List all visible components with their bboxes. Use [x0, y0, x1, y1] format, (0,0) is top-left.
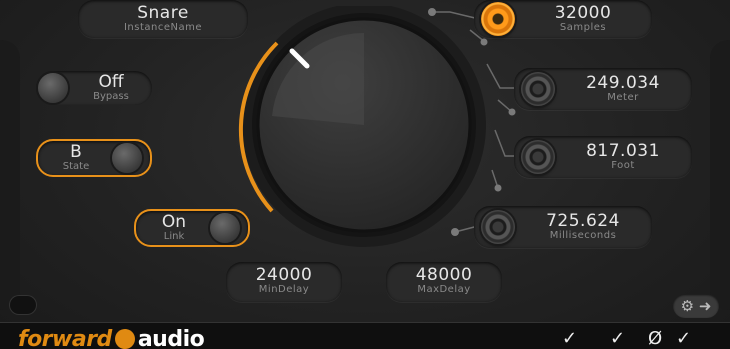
- foot-label: Foot: [611, 160, 635, 171]
- instance-name-value: Snare: [137, 3, 189, 23]
- bypass-toggle[interactable]: Off Bypass: [36, 71, 152, 105]
- milliseconds-label: Milliseconds: [549, 230, 617, 241]
- milliseconds-select-button[interactable]: [481, 210, 515, 244]
- state-toggle[interactable]: B State: [36, 139, 152, 177]
- min-delay-label: MinDelay: [258, 284, 310, 295]
- link-label: Link: [163, 231, 185, 242]
- settings-button[interactable]: ⚙ ➜: [673, 294, 719, 318]
- foot-value: 817.031: [586, 141, 660, 161]
- milliseconds-value: 725.624: [546, 211, 620, 231]
- bypass-label: Bypass: [93, 91, 129, 102]
- link-value: On: [161, 212, 187, 232]
- instance-name-label: InstanceName: [123, 22, 203, 33]
- check-icon[interactable]: ✓: [676, 328, 691, 349]
- check-icon[interactable]: ✓: [610, 328, 625, 349]
- max-delay-field[interactable]: 48000 MaxDelay: [386, 262, 502, 302]
- bypass-toggle-knob: [38, 73, 68, 103]
- link-toggle[interactable]: On Link: [134, 209, 250, 247]
- brand-logo: forward audio: [18, 327, 205, 349]
- samples-label: Samples: [559, 22, 607, 33]
- bottom-bar: forward audio ✓ ✓ Ø ✓: [0, 322, 730, 349]
- min-delay-field[interactable]: 24000 MinDelay: [226, 262, 342, 302]
- logo-icon: [114, 329, 135, 349]
- meter-value: 249.034: [586, 73, 660, 93]
- foot-select-button[interactable]: [521, 140, 555, 174]
- max-delay-value: 48000: [415, 265, 473, 285]
- arrow-right-icon: ➜: [694, 297, 712, 315]
- delay-knob[interactable]: [232, 6, 502, 276]
- state-label: State: [62, 161, 90, 172]
- state-value: B: [70, 142, 82, 162]
- meter-select-button[interactable]: [521, 72, 555, 106]
- samples-select-button[interactable]: [481, 2, 515, 36]
- note-icon[interactable]: Ø: [648, 328, 662, 349]
- help-button[interactable]: [10, 296, 36, 314]
- samples-value: 32000: [554, 3, 612, 23]
- gear-icon: ⚙: [680, 297, 695, 315]
- brand-part1: forward: [18, 327, 112, 349]
- min-delay-value: 24000: [255, 265, 313, 285]
- check-icon[interactable]: ✓: [562, 328, 577, 349]
- bypass-value: Off: [98, 72, 124, 92]
- link-toggle-knob: [210, 213, 240, 243]
- instance-name-field[interactable]: Snare InstanceName: [78, 0, 248, 38]
- state-toggle-knob: [112, 143, 142, 173]
- meter-label: Meter: [607, 92, 639, 103]
- max-delay-label: MaxDelay: [417, 284, 471, 295]
- brand-part2: audio: [137, 327, 205, 349]
- plugin-window: Snare InstanceName Off Bypass B State On…: [0, 0, 730, 349]
